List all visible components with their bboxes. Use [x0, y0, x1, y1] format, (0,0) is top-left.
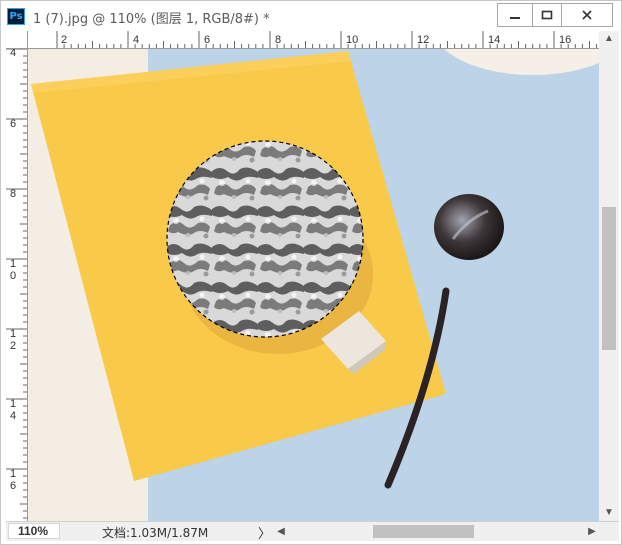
ruler-v-label: 12 — [10, 328, 16, 352]
maximize-button[interactable] — [532, 3, 562, 27]
ruler-h-label: 6 — [204, 34, 210, 46]
document-window: Ps 1 (7).jpg @ 110% (图层 1, RGB/8#) * 2 4… — [0, 0, 622, 545]
document-image — [28, 49, 599, 521]
ruler-v-label: 10 — [10, 258, 16, 282]
maximize-icon — [541, 10, 553, 20]
scroll-down-icon[interactable]: ▼ — [599, 505, 619, 521]
ruler-h-label: 4 — [133, 34, 139, 46]
vertical-scroll-thumb[interactable] — [602, 207, 616, 350]
minimize-button[interactable] — [497, 3, 533, 27]
title-bar[interactable]: Ps 1 (7).jpg @ 110% (图层 1, RGB/8#) * — [1, 1, 621, 31]
vertical-ruler[interactable]: 4 6 8 10 12 14 16 — [6, 49, 28, 521]
ruler-origin[interactable] — [6, 31, 28, 49]
status-bar: 110% 文档:1.03M/1.87M 〉 ◀ ▶ — [6, 521, 619, 541]
status-menu-arrow-icon[interactable]: 〉 — [258, 523, 271, 542]
scroll-up-icon[interactable]: ▲ — [599, 31, 619, 47]
close-button[interactable] — [561, 3, 613, 27]
canvas-area[interactable] — [28, 49, 599, 521]
photoshop-app-icon: Ps — [7, 8, 25, 25]
ruler-h-label: 12 — [417, 34, 429, 46]
ruler-h-label: 16 — [559, 34, 571, 46]
close-icon — [582, 10, 592, 20]
ruler-v-label: 16 — [10, 468, 16, 492]
ruler-v-label: 4 — [10, 49, 16, 59]
zoom-level-field[interactable]: 110% — [8, 523, 60, 539]
ruler-h-label: 8 — [275, 34, 281, 46]
ruler-h-label: 2 — [61, 34, 67, 46]
ruler-v-label: 14 — [10, 398, 16, 422]
ruler-h-label: 14 — [488, 34, 500, 46]
scroll-left-icon[interactable]: ◀ — [274, 524, 288, 540]
ruler-h-label: 10 — [346, 34, 358, 46]
horizontal-scroll-thumb[interactable] — [373, 525, 474, 538]
vertical-scrollbar[interactable]: ▲ ▼ — [599, 31, 619, 521]
scroll-right-icon[interactable]: ▶ — [585, 524, 599, 540]
ruler-v-label: 6 — [10, 118, 16, 130]
minimize-icon — [510, 17, 520, 19]
document-size-info[interactable]: 文档:1.03M/1.87M — [102, 524, 208, 541]
horizontal-scrollbar[interactable]: ◀ ▶ — [274, 522, 599, 541]
horizontal-ruler[interactable]: 2 4 6 8 10 12 14 16 — [28, 31, 599, 49]
ruler-v-label: 8 — [10, 188, 16, 200]
document-title: 1 (7).jpg @ 110% (图层 1, RGB/8#) * — [33, 12, 270, 27]
